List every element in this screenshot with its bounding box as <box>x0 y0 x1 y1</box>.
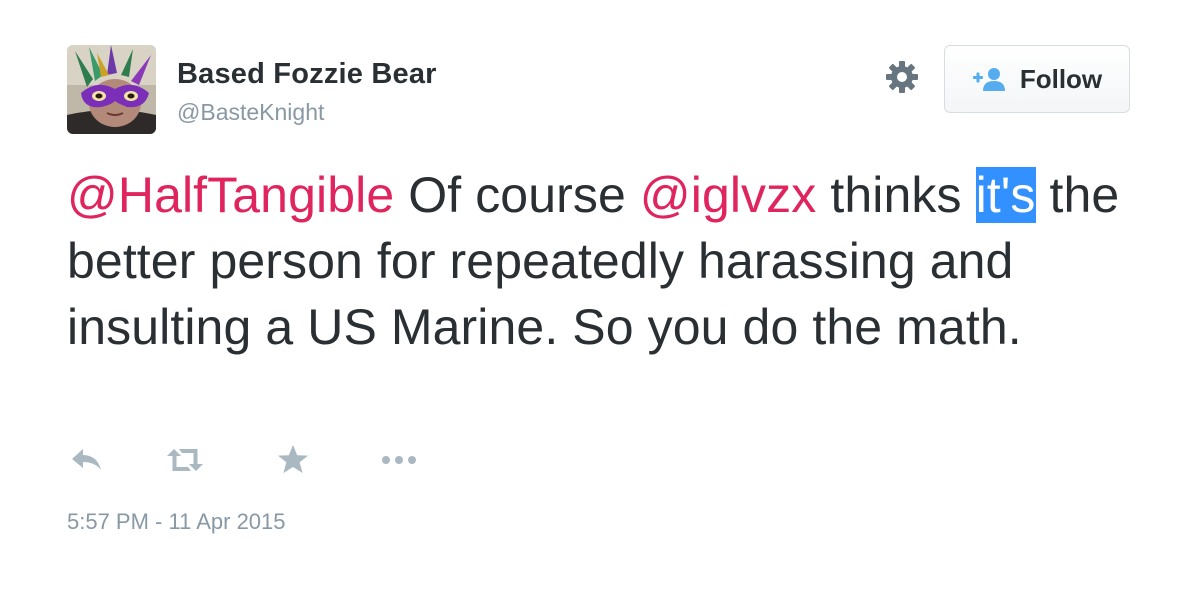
tweet-text-segment: Of course <box>394 167 640 223</box>
selected-text: it's <box>975 167 1036 223</box>
reply-icon[interactable] <box>67 440 107 480</box>
follow-label: Follow <box>1019 63 1103 94</box>
retweet-icon[interactable] <box>163 440 203 480</box>
gear-icon[interactable] <box>883 58 921 96</box>
follow-button[interactable]: Follow <box>944 45 1130 113</box>
user-display-name[interactable]: Based Fozzie Bear <box>177 58 437 91</box>
mention-link[interactable]: @HalfTangible <box>67 167 394 223</box>
star-icon[interactable] <box>274 440 314 480</box>
user-handle[interactable]: @BasteKnight <box>177 99 324 126</box>
add-user-icon <box>972 68 1005 91</box>
mention-link[interactable]: @iglvzx <box>640 167 816 223</box>
tweet-card: Based Fozzie Bear @BasteKnight Follow @H… <box>0 0 1200 592</box>
tweet-text-segment: thinks <box>816 167 976 223</box>
tweet-text: @HalfTangible Of course @iglvzx thinks i… <box>67 162 1157 360</box>
more-dots-icon[interactable] <box>380 440 420 480</box>
avatar[interactable] <box>67 45 156 134</box>
timestamp[interactable]: 5:57 PM - 11 Apr 2015 <box>67 509 286 535</box>
